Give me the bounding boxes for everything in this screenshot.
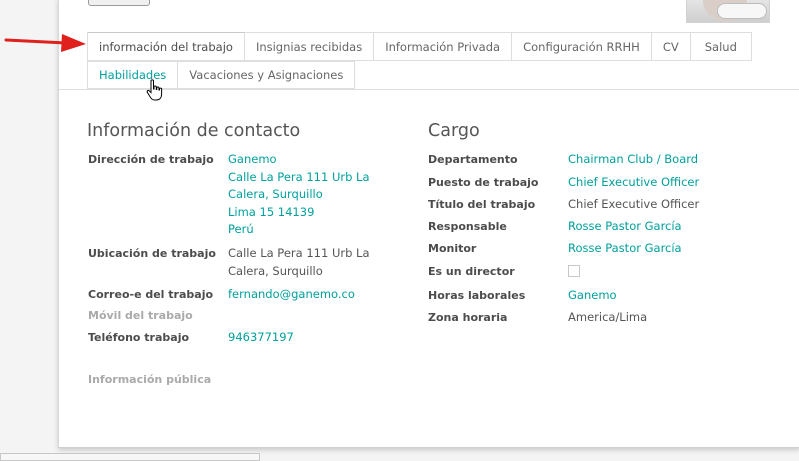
work-location-value: Calle La Pera 111 Urb La Calera, Surquil… — [228, 245, 370, 280]
timezone-value[interactable]: America/Lima — [568, 310, 647, 324]
tab-configuracion-rrhh[interactable]: Configuración RRHH — [512, 32, 652, 61]
tab-informacion-privada[interactable]: Información Privada — [374, 32, 513, 61]
tab-salud[interactable]: Salud — [690, 32, 752, 61]
tabs-divider — [59, 89, 799, 90]
job-position-label: Puesto de trabajo — [428, 176, 539, 189]
work-phone-value[interactable]: 946377197 — [228, 330, 294, 344]
department-label: Departamento — [428, 153, 518, 166]
work-address-line: Ganemo — [228, 152, 277, 166]
hand-pointer-icon — [146, 79, 163, 101]
contact-section-title: Información de contacto — [87, 121, 301, 141]
tab-insignias[interactable]: Insignias recibidas — [244, 32, 375, 61]
is-director-checkbox[interactable] — [568, 265, 580, 277]
job-title-value[interactable]: Chief Executive Officer — [568, 197, 699, 211]
work-address-line: Perú — [228, 222, 254, 236]
tab-vacaciones[interactable]: Vacaciones y Asignaciones — [178, 61, 356, 89]
job-position-value[interactable]: Chief Executive Officer — [568, 175, 699, 189]
timezone-label: Zona horaria — [428, 311, 508, 324]
notebook-tabs-row1: información del trabajo Insignias recibi… — [87, 32, 752, 61]
work-address-label: Dirección de trabajo — [88, 153, 214, 166]
work-address-line: Calle La Pera 111 Urb La — [228, 169, 370, 184]
notebook-tabs-row2: Habilidades Vacaciones y Asignaciones — [87, 61, 356, 89]
work-address-value[interactable]: Ganemo Calle La Pera 111 Urb La Calera, … — [228, 151, 370, 239]
work-phone-label: Teléfono trabajo — [88, 331, 190, 344]
coach-label: Monitor — [428, 242, 477, 255]
manager-label: Responsable — [428, 220, 507, 233]
is-director-label: Es un director — [428, 265, 515, 278]
working-hours-value[interactable]: Ganemo — [568, 288, 617, 302]
header-button[interactable] — [88, 0, 150, 6]
work-mobile-label: Móvil del trabajo — [88, 309, 193, 322]
work-address-line: Calera, Surquillo — [228, 187, 323, 201]
work-location-line: Calera, Surquillo — [228, 263, 323, 278]
coach-value[interactable]: Rosse Pastor García — [568, 241, 682, 255]
working-hours-label: Horas laborales — [428, 289, 526, 302]
work-location-line: Calle La Pera 111 Urb La — [228, 246, 370, 260]
manager-value[interactable]: Rosse Pastor García — [568, 219, 682, 233]
job-title-label: Título del trabajo — [428, 198, 536, 211]
position-section-title: Cargo — [428, 121, 480, 141]
work-location-label: Ubicación de trabajo — [88, 247, 216, 260]
work-email-value[interactable]: fernando@ganemo.co — [228, 287, 355, 301]
red-arrow-icon — [4, 34, 86, 52]
public-info-label: Información pública — [88, 373, 212, 386]
employee-avatar[interactable] — [686, 0, 770, 23]
browser-status-bar — [0, 453, 260, 461]
tab-cv[interactable]: CV — [651, 32, 691, 61]
work-address-line: Lima 15 14139 — [228, 204, 315, 219]
tab-informacion-trabajo[interactable]: información del trabajo — [87, 32, 245, 61]
work-email-label: Correo-e del trabajo — [88, 288, 214, 301]
department-value[interactable]: Chairman Club / Board — [568, 152, 698, 166]
avatar-detail — [717, 3, 767, 19]
